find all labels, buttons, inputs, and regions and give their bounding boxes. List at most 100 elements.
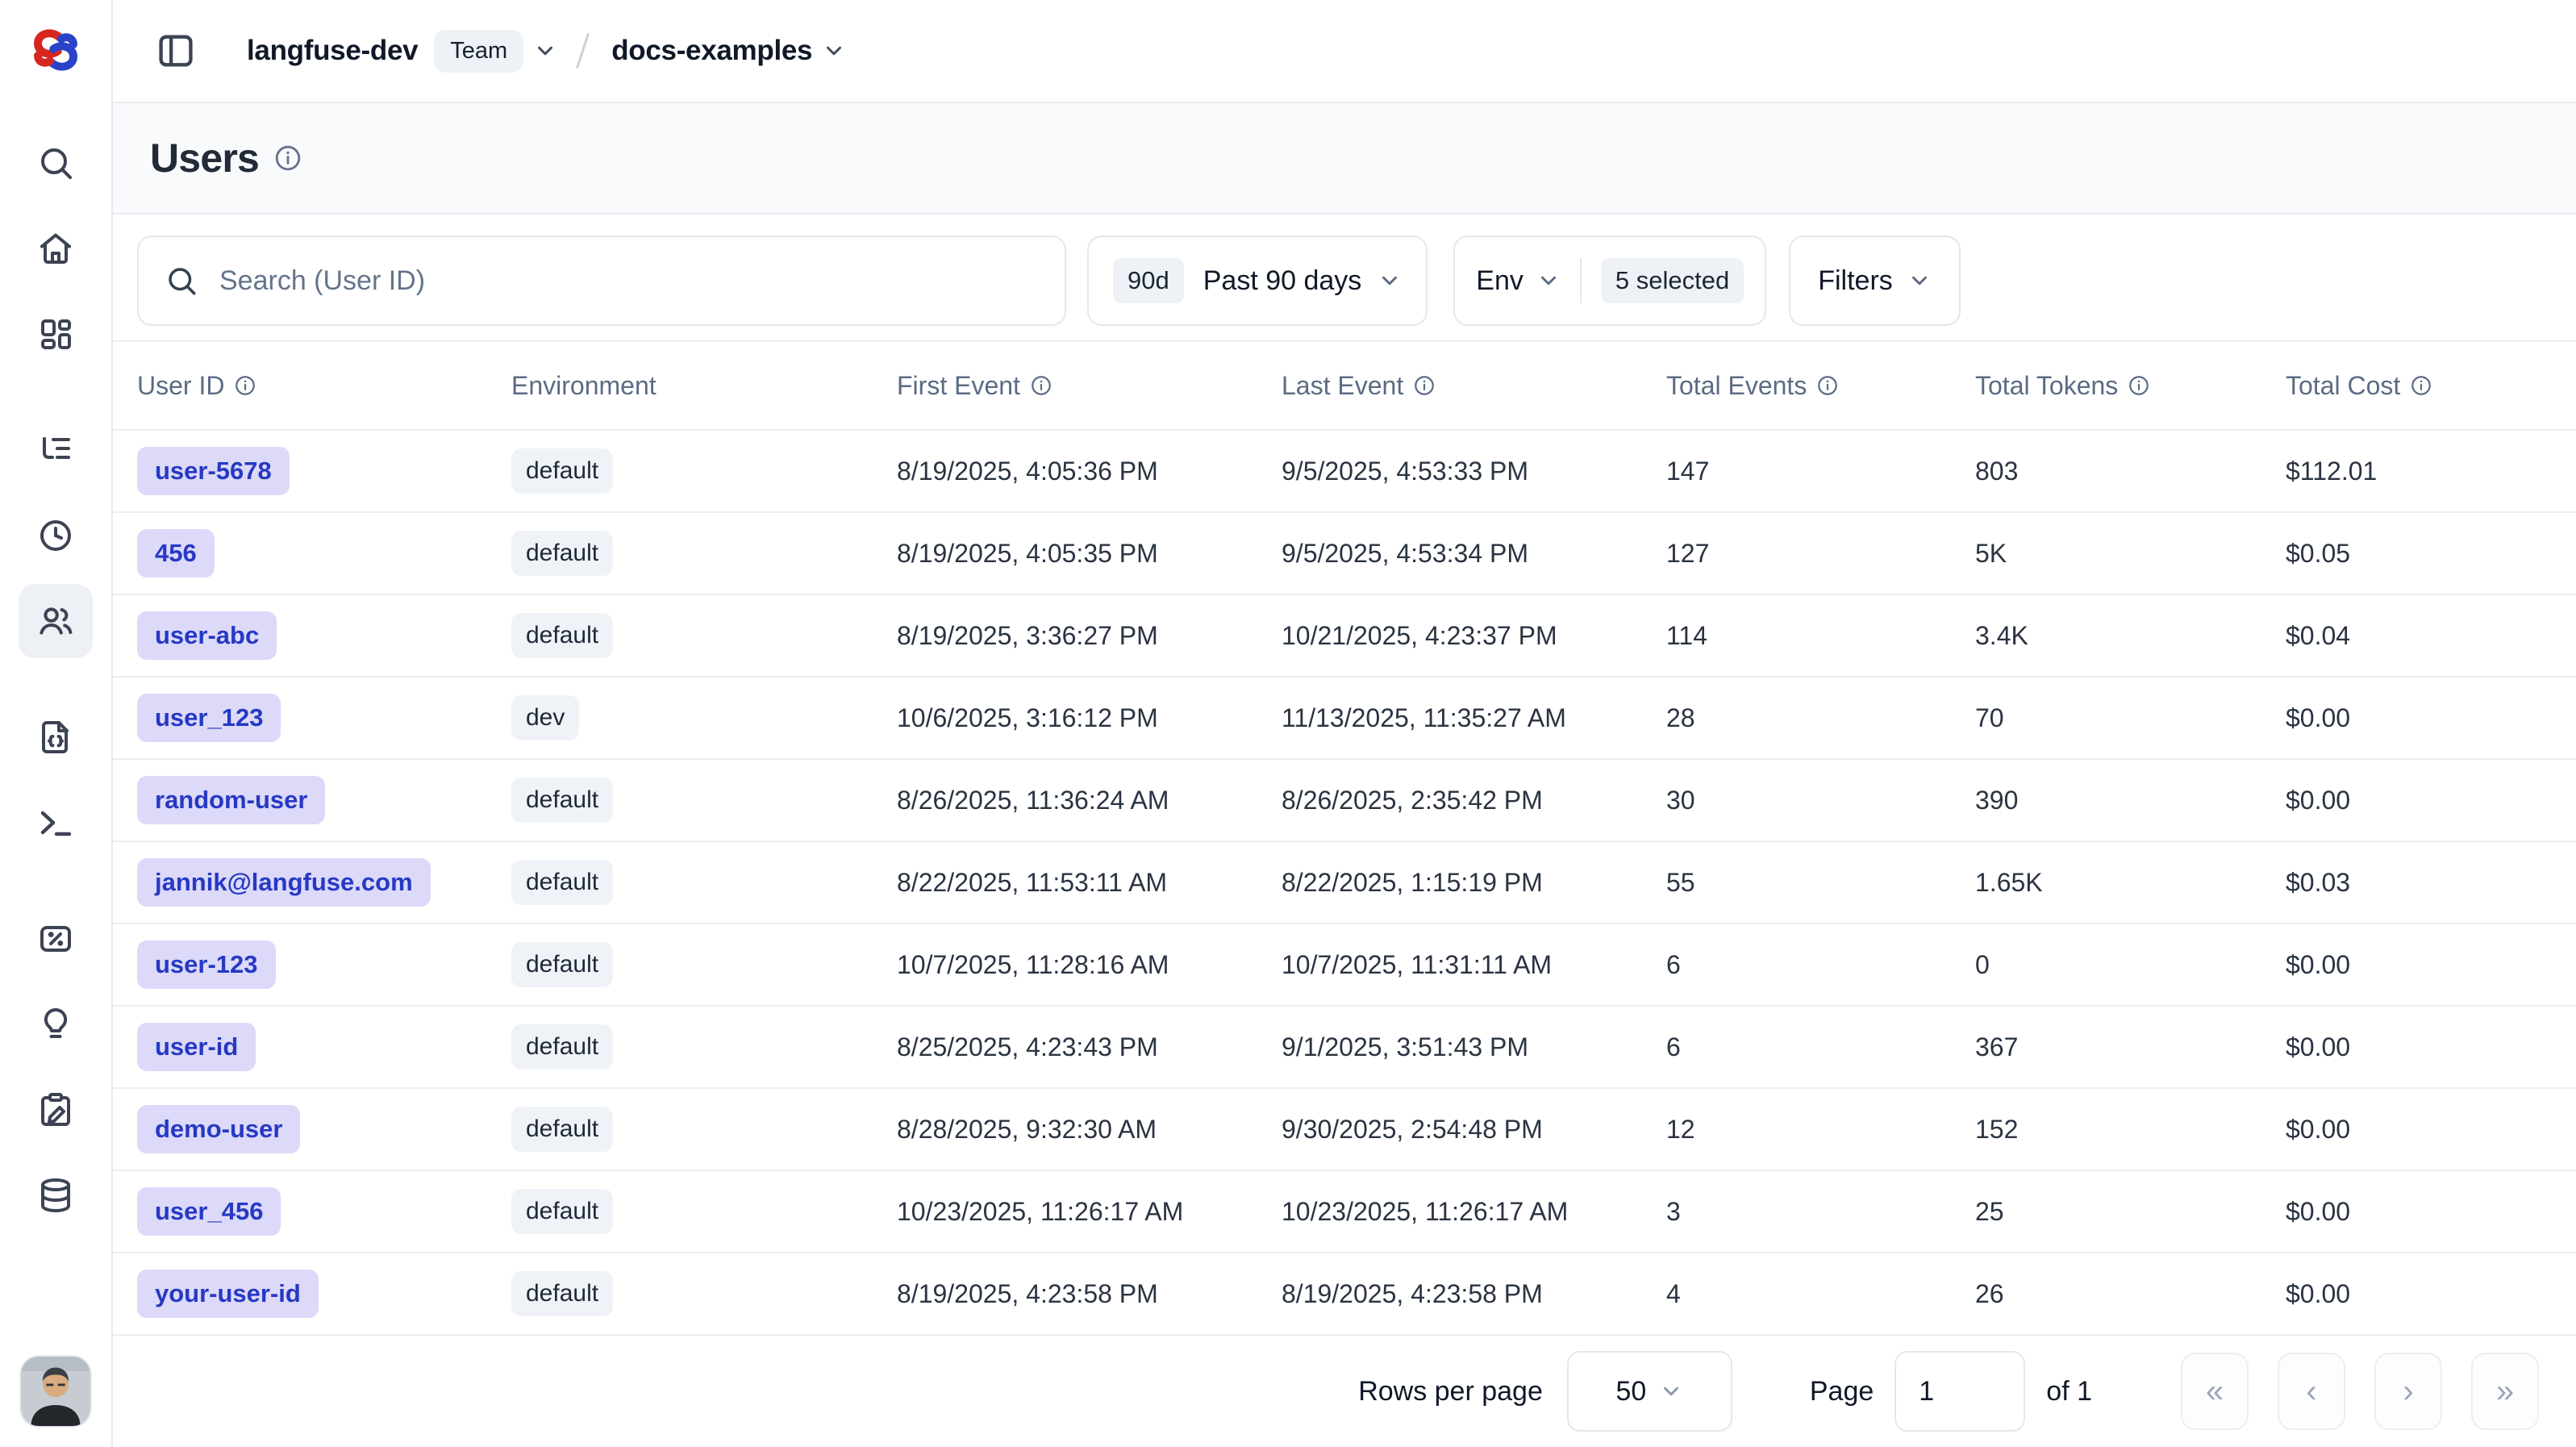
table-row[interactable]: user-abc default 8/19/2025, 3:36:27 PM 1… bbox=[113, 595, 2576, 678]
user-id-badge[interactable]: user_123 bbox=[137, 694, 281, 742]
page-info-icon[interactable] bbox=[273, 144, 302, 173]
search-input[interactable] bbox=[219, 265, 1065, 297]
project-name[interactable]: docs-examples bbox=[611, 35, 812, 67]
sidebar-item-playground[interactable] bbox=[19, 786, 93, 860]
chevron-down-icon[interactable] bbox=[822, 39, 846, 63]
table-row[interactable]: user-id default 8/25/2025, 4:23:43 PM 9/… bbox=[113, 1007, 2576, 1089]
sidebar-item-annotation[interactable] bbox=[19, 1073, 93, 1147]
user-id-cell: user_123 bbox=[137, 694, 511, 742]
environment-cell: default bbox=[511, 1271, 897, 1316]
user-id-badge[interactable]: user-abc bbox=[137, 611, 277, 660]
column-info-icon[interactable] bbox=[1413, 374, 1436, 397]
next-page-button[interactable]: › bbox=[2374, 1353, 2442, 1430]
sidebar-item-insights[interactable] bbox=[19, 987, 93, 1061]
first-event-cell: 8/22/2025, 11:53:11 AM bbox=[897, 868, 1282, 898]
sidebar-item-search[interactable] bbox=[19, 126, 93, 200]
time-range-button[interactable]: 90d Past 90 days bbox=[1087, 236, 1428, 326]
filters-button[interactable]: Filters bbox=[1789, 236, 1961, 326]
sidebar-item-home[interactable] bbox=[19, 211, 93, 286]
column-info-icon[interactable] bbox=[2128, 374, 2150, 397]
environment-badge: default bbox=[511, 1189, 613, 1234]
user-id-badge[interactable]: user-id bbox=[137, 1023, 256, 1071]
table-row[interactable]: user_123 dev 10/6/2025, 3:16:12 PM 11/13… bbox=[113, 678, 2576, 760]
page-header: Users bbox=[113, 103, 2576, 215]
last-event-cell: 8/26/2025, 2:35:42 PM bbox=[1282, 786, 1666, 815]
time-range-chip: 90d bbox=[1113, 258, 1184, 303]
sidebar-item-sessions[interactable] bbox=[19, 498, 93, 573]
table-row[interactable]: user-5678 default 8/19/2025, 4:05:36 PM … bbox=[113, 431, 2576, 513]
page-title: Users bbox=[150, 135, 259, 181]
first-event-cell: 10/6/2025, 3:16:12 PM bbox=[897, 703, 1282, 733]
environment-badge: default bbox=[511, 942, 613, 987]
table-row[interactable]: 456 default 8/19/2025, 4:05:35 PM 9/5/20… bbox=[113, 513, 2576, 595]
sidebar-item-users[interactable] bbox=[19, 584, 93, 658]
table-row[interactable]: demo-user default 8/28/2025, 9:32:30 AM … bbox=[113, 1089, 2576, 1171]
sidebar-toggle-button[interactable] bbox=[150, 25, 202, 77]
previous-page-button[interactable]: ‹ bbox=[2278, 1353, 2345, 1430]
environment-cell: dev bbox=[511, 695, 897, 740]
rows-per-page-label: Rows per page bbox=[1358, 1376, 1543, 1407]
table-row[interactable]: your-user-id default 8/19/2025, 4:23:58 … bbox=[113, 1253, 2576, 1336]
search-box[interactable] bbox=[137, 236, 1066, 326]
table-row[interactable]: user-123 default 10/7/2025, 11:28:16 AM … bbox=[113, 924, 2576, 1007]
sidebar-item-datasets[interactable] bbox=[19, 1158, 93, 1232]
sidebar-nav bbox=[19, 126, 93, 1244]
total-events-cell: 12 bbox=[1666, 1115, 1975, 1145]
total-tokens-cell: 5K bbox=[1975, 539, 2286, 569]
environment-badge: dev bbox=[511, 695, 579, 740]
app-root: langfuse-dev Team docs-examples Users 90… bbox=[0, 0, 2576, 1447]
user-id-badge[interactable]: demo-user bbox=[137, 1105, 300, 1153]
user-id-cell: random-user bbox=[137, 776, 511, 824]
environment-cell: default bbox=[511, 1024, 897, 1070]
user-id-badge[interactable]: 456 bbox=[137, 529, 215, 578]
total-cost-cell: $0.00 bbox=[2286, 950, 2576, 980]
total-tokens-cell: 152 bbox=[1975, 1115, 2286, 1145]
column-header[interactable]: First Event bbox=[897, 371, 1282, 401]
user-id-cell: demo-user bbox=[137, 1105, 511, 1153]
total-cost-cell: $0.03 bbox=[2286, 868, 2576, 898]
rows-per-page-select[interactable]: 50 bbox=[1567, 1351, 1732, 1432]
table-body: user-5678 default 8/19/2025, 4:05:36 PM … bbox=[113, 431, 2576, 1336]
user-id-badge[interactable]: your-user-id bbox=[137, 1270, 319, 1318]
total-tokens-cell: 803 bbox=[1975, 457, 2286, 486]
user-avatar[interactable] bbox=[21, 1357, 90, 1426]
user-id-badge[interactable]: user-123 bbox=[137, 940, 276, 989]
insights-lightbulb-icon bbox=[36, 1005, 75, 1044]
last-event-cell: 9/5/2025, 4:53:34 PM bbox=[1282, 539, 1666, 569]
chevron-down-icon bbox=[1659, 1379, 1683, 1403]
table-row[interactable]: random-user default 8/26/2025, 11:36:24 … bbox=[113, 760, 2576, 842]
total-tokens-cell: 70 bbox=[1975, 703, 2286, 733]
table-row[interactable]: jannik@langfuse.com default 8/22/2025, 1… bbox=[113, 842, 2576, 924]
column-info-icon[interactable] bbox=[1030, 374, 1052, 397]
sidebar-item-prompts[interactable] bbox=[19, 700, 93, 774]
first-event-cell: 8/19/2025, 3:36:27 PM bbox=[897, 621, 1282, 651]
column-header[interactable]: Total Cost bbox=[2286, 371, 2576, 401]
column-info-icon[interactable] bbox=[2410, 374, 2432, 397]
total-cost-cell: $0.04 bbox=[2286, 621, 2576, 651]
user-id-badge[interactable]: random-user bbox=[137, 776, 325, 824]
column-header[interactable]: Total Tokens bbox=[1975, 371, 2286, 401]
user-id-badge[interactable]: jannik@langfuse.com bbox=[137, 858, 431, 907]
sidebar-item-scores[interactable] bbox=[19, 902, 93, 976]
sidebar-item-tracing[interactable] bbox=[19, 413, 93, 487]
sidebar-item-dashboards[interactable] bbox=[19, 297, 93, 371]
user-id-badge[interactable]: user-5678 bbox=[137, 447, 290, 495]
last-page-button[interactable]: » bbox=[2471, 1353, 2539, 1430]
user-id-badge[interactable]: user_456 bbox=[137, 1187, 281, 1236]
total-cost-cell: $0.00 bbox=[2286, 1197, 2576, 1227]
column-header[interactable]: Last Event bbox=[1282, 371, 1666, 401]
page-number-input[interactable] bbox=[1894, 1351, 2025, 1432]
environment-filter-button[interactable]: Env 5 selected bbox=[1453, 236, 1766, 326]
chevron-down-icon[interactable] bbox=[533, 39, 557, 63]
column-header[interactable]: Total Events bbox=[1666, 371, 1975, 401]
column-info-icon[interactable] bbox=[1816, 374, 1839, 397]
column-header[interactable]: Environment bbox=[511, 371, 897, 401]
first-page-button[interactable]: « bbox=[2181, 1353, 2249, 1430]
column-info-icon[interactable] bbox=[234, 374, 256, 397]
column-header[interactable]: User ID bbox=[137, 371, 511, 401]
user-id-cell: user-5678 bbox=[137, 447, 511, 495]
org-name[interactable]: langfuse-dev bbox=[247, 35, 418, 67]
last-event-cell: 10/7/2025, 11:31:11 AM bbox=[1282, 950, 1666, 980]
last-event-cell: 11/13/2025, 11:35:27 AM bbox=[1282, 703, 1666, 733]
table-row[interactable]: user_456 default 10/23/2025, 11:26:17 AM… bbox=[113, 1171, 2576, 1253]
